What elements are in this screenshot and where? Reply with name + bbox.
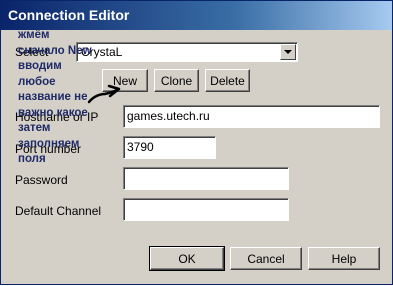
hand-drawn-arrow-icon (87, 84, 121, 104)
connection-editor-window: Connection Editor Select CrystaL New Clo… (0, 0, 393, 285)
